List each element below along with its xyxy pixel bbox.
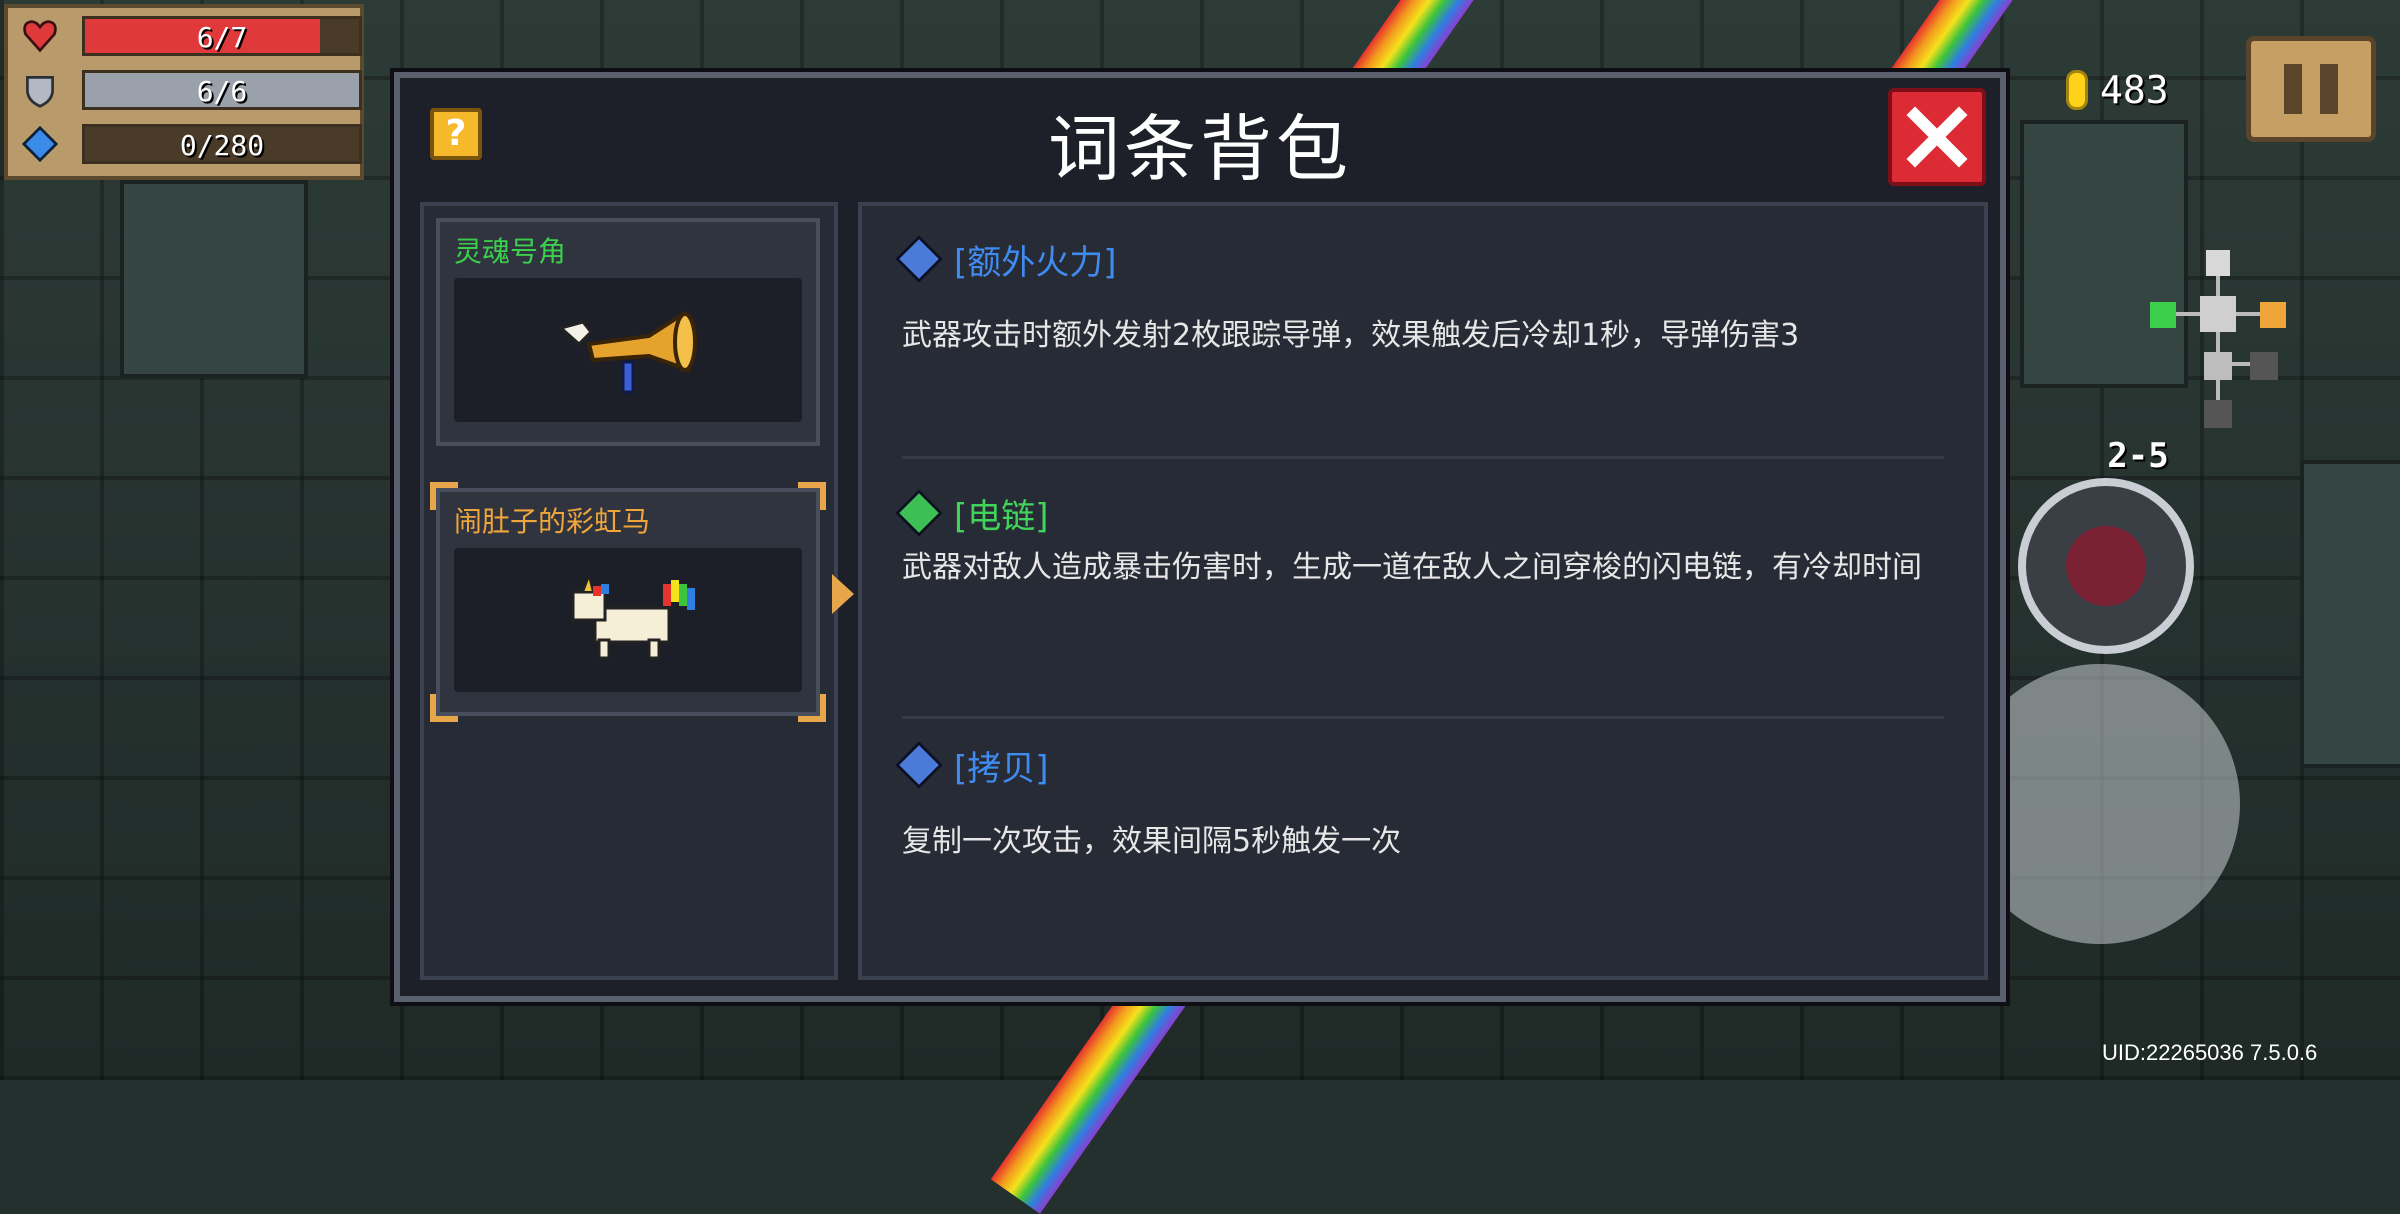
divider xyxy=(902,716,1944,719)
minimap-room xyxy=(2250,352,2278,380)
pause-icon xyxy=(2284,64,2302,114)
minimap-corridor xyxy=(2216,276,2220,296)
hp-row: 6/7 xyxy=(18,16,362,56)
vent-block xyxy=(2300,460,2400,768)
affix-name: [拷贝] xyxy=(954,748,1049,789)
divider xyxy=(902,456,1944,459)
minimap-corridor xyxy=(2216,332,2220,352)
close-button[interactable] xyxy=(1888,88,1986,186)
minimap-room xyxy=(2206,250,2230,276)
minimap-corridor xyxy=(2176,312,2200,316)
affix-entry: [拷贝] 复制一次攻击，效果间隔5秒触发一次 xyxy=(894,740,1944,866)
affix-description: 武器攻击时额外发射2枚跟踪导弹，效果触发后冷却1秒，导弹伤害3 xyxy=(902,318,1800,353)
soul-horn-icon xyxy=(557,310,697,394)
item-name: 闹肚子的彩虹马 xyxy=(454,505,651,538)
rainbow-unicorn-icon xyxy=(571,572,695,660)
hp-bar: 6/7 xyxy=(82,16,362,56)
selection-corner xyxy=(430,694,458,722)
affix-detail-panel: [额外火力] 武器攻击时额外发射2枚跟踪导弹，效果触发后冷却1秒，导弹伤害3 [… xyxy=(858,202,1988,980)
uid-label: UID:22265036 7.5.0.6 xyxy=(2102,1040,2318,1065)
item-card-rainbow-unicorn[interactable]: 闹肚子的彩虹马 xyxy=(430,482,826,722)
affix-name: [电链] xyxy=(954,496,1049,537)
pause-button[interactable] xyxy=(2246,36,2376,142)
heart-icon xyxy=(23,20,57,53)
affix-header: [拷贝] xyxy=(894,740,1944,790)
armor-bar: 6/6 xyxy=(82,70,362,110)
selection-corner xyxy=(798,482,826,510)
dialog-title: 词条背包 xyxy=(1047,107,1352,191)
minimap-room xyxy=(2150,302,2176,328)
blue-gem-icon xyxy=(894,740,944,790)
energy-bar: 0/280 xyxy=(82,124,362,164)
energy-gem-icon xyxy=(22,126,58,162)
pause-icon-bar xyxy=(2320,64,2338,114)
coin-value: 483 xyxy=(2100,68,2169,112)
item-image xyxy=(454,548,802,692)
green-gem-icon xyxy=(894,488,944,538)
affix-name: [额外火力] xyxy=(954,242,1117,283)
energy-value: 0/280 xyxy=(179,129,265,162)
blue-gem-icon xyxy=(894,234,944,284)
affix-entry: [电链] 武器对敌人造成暴击伤害时，生成一道在敌人之间穿梭的闪电链，有冷却时间 xyxy=(894,488,1944,592)
item-name: 灵魂号角 xyxy=(454,235,567,268)
affix-description: 武器对敌人造成暴击伤害时，生成一道在敌人之间穿梭的闪电链，有冷却时间 xyxy=(902,550,1922,585)
close-icon xyxy=(1906,106,1968,168)
selection-corner xyxy=(798,694,826,722)
energy-row: 0/280 xyxy=(18,124,362,164)
armor-row: 6/6 xyxy=(18,70,362,110)
affix-header: [电链] xyxy=(894,488,1944,538)
minimap-corridor xyxy=(2216,380,2220,400)
item-card-soul-horn[interactable]: 灵魂号角 xyxy=(436,218,820,446)
machine-block xyxy=(120,180,308,378)
shield-icon xyxy=(26,76,54,108)
skill-button[interactable] xyxy=(2018,478,2194,654)
minimap-corridor xyxy=(2236,312,2260,316)
minimap-room xyxy=(2204,352,2232,380)
affix-entry: [额外火力] 武器攻击时额外发射2枚跟踪导弹，效果触发后冷却1秒，导弹伤害3 xyxy=(894,234,1944,360)
minimap-corridor xyxy=(2232,362,2250,366)
selection-arrow-icon xyxy=(832,574,854,614)
coin-counter: 483 xyxy=(2066,62,2169,118)
item-image xyxy=(454,278,802,422)
armor-value: 6/6 xyxy=(196,75,248,108)
player-stats-panel: 6/7 6/6 0/280 xyxy=(4,4,364,180)
level-indicator: 2-5 xyxy=(2107,436,2169,476)
affix-header: [额外火力] xyxy=(894,234,1944,284)
minimap-room xyxy=(2260,302,2286,328)
minimap-room xyxy=(2204,400,2232,428)
hp-value: 6/7 xyxy=(196,21,248,54)
item-list: 灵魂号角 闹肚子的彩虹马 xyxy=(420,202,838,980)
affix-description: 复制一次攻击，效果间隔5秒触发一次 xyxy=(902,824,1402,859)
affix-bag-dialog: ? 词条背包 灵魂号角 闹肚子的彩虹马 [额外火力] 武器攻击时额外发射2枚跟踪… xyxy=(394,72,2006,1002)
minimap-current-room xyxy=(2200,296,2236,332)
coin-icon xyxy=(2066,70,2088,110)
